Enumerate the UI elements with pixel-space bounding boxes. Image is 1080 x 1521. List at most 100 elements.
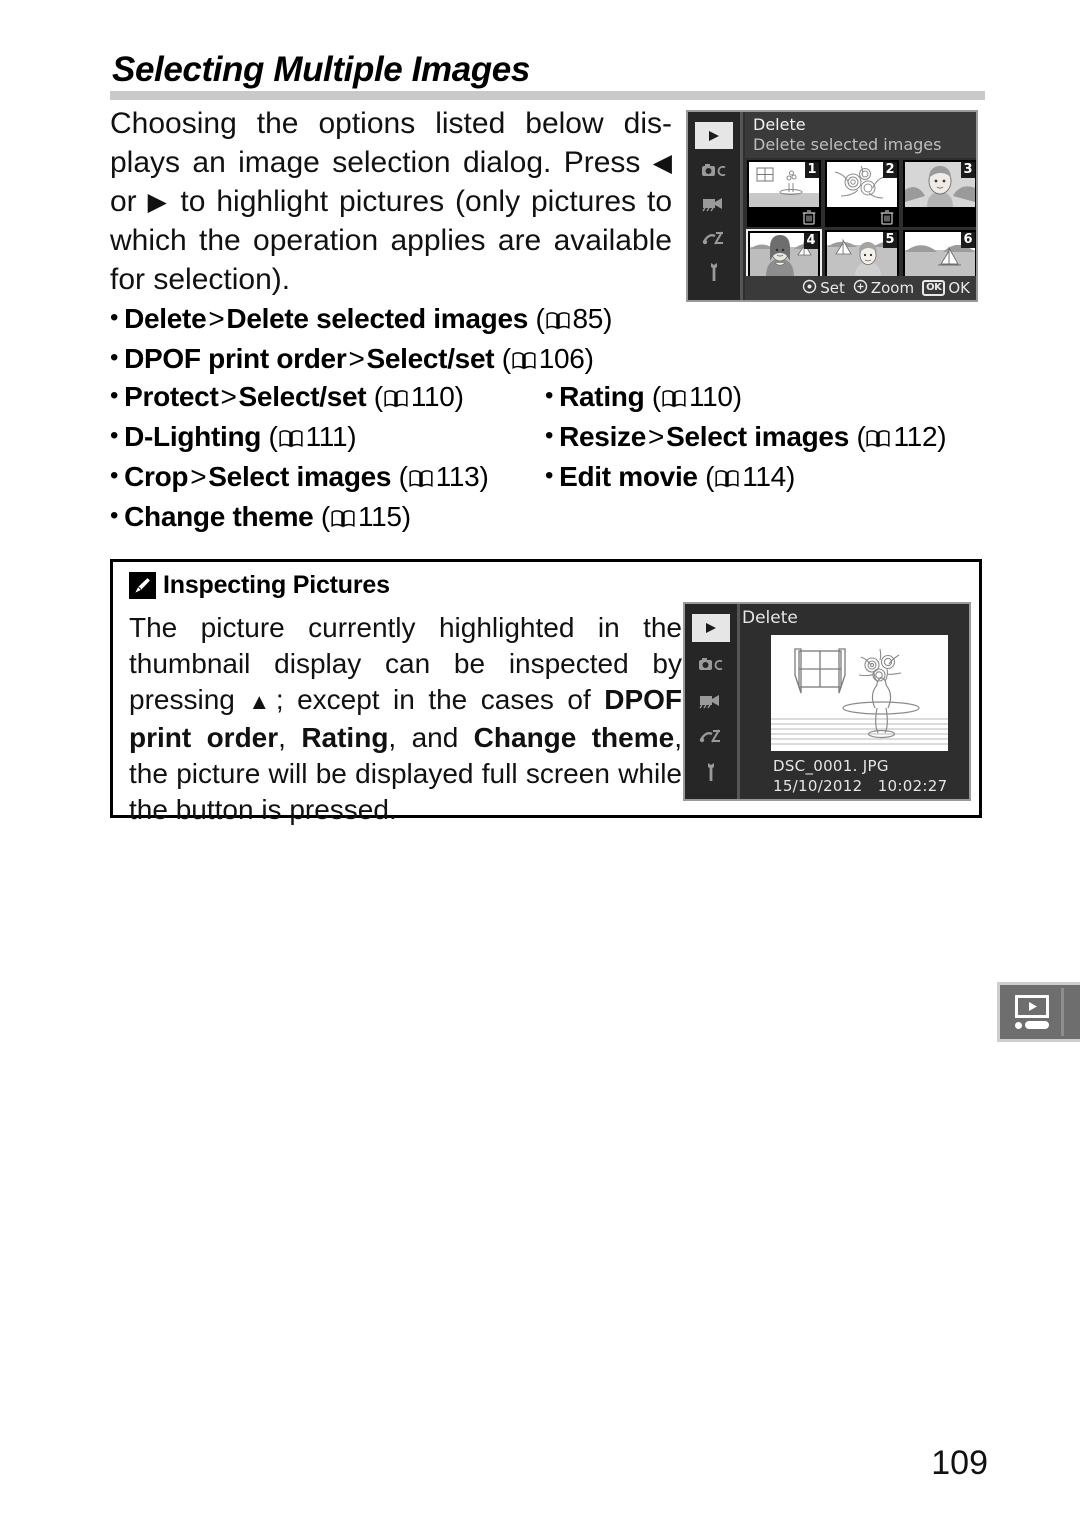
bullet-dot: •	[110, 502, 119, 529]
tab-dot-icon	[1015, 1021, 1022, 1029]
image-date: 15/10/2012	[773, 777, 863, 795]
page-ref-number: 106	[538, 343, 585, 374]
tab-separator	[1061, 988, 1064, 1036]
thumbnail-number: 6	[961, 232, 975, 248]
option-separator: >	[190, 461, 207, 492]
option-separator: >	[220, 381, 237, 412]
footer-hint-zoom: Zoom	[853, 279, 914, 298]
setup-wrench-icon[interactable]	[695, 258, 733, 285]
note-bold-change-theme: Change theme	[473, 722, 675, 753]
note-text-2: ; except in the cases of	[275, 684, 605, 715]
note-bold-rating: Rating	[301, 722, 389, 753]
option-list-left-column: • Protect>Select/set (110) • D-Lighting (1…	[110, 376, 540, 536]
page-ref-number: 85	[572, 303, 604, 334]
page-ref: (115)	[313, 501, 411, 532]
list-item: • Edit movie (114)	[545, 456, 985, 496]
option-separator: >	[648, 421, 665, 452]
bullet-dot: •	[545, 382, 554, 409]
lcd-menu-sidebar	[688, 112, 740, 300]
lcd-menu-subtitle: Delete selected images	[753, 135, 942, 154]
thumbnail-item[interactable]: 3	[903, 160, 976, 227]
book-icon	[384, 389, 408, 408]
lcd-menu-title: Delete	[753, 115, 806, 134]
book-icon	[866, 429, 891, 448]
list-item: • Delete>Delete selected images (85)	[110, 298, 710, 338]
bullet-dot: •	[110, 462, 119, 489]
book-icon	[715, 469, 739, 488]
option-sub-name: Select images	[666, 421, 849, 452]
option-separator: >	[348, 343, 365, 374]
page-ref: (85)	[528, 303, 613, 334]
list-item: • DPOF print order>Select/set (106)	[110, 338, 710, 378]
page-ref-number: 110	[688, 381, 733, 412]
image-filename: DSC_0001. JPG	[773, 757, 889, 775]
list-item: • Crop>Select images (113)	[110, 456, 540, 496]
footer-hint-zoom-label: Zoom	[870, 279, 915, 297]
bullet-dot: •	[110, 382, 119, 409]
tab-marker-glyph	[1010, 992, 1054, 1032]
tab-screen-icon	[1015, 995, 1049, 1018]
page-ref: (112)	[848, 421, 947, 452]
option-name: Edit movie	[559, 461, 698, 492]
option-name: DPOF print order	[124, 343, 347, 374]
option-name: Resize	[559, 421, 647, 452]
lcd-menu-sidebar	[685, 604, 737, 799]
option-name: Rating	[559, 381, 645, 412]
thumbnail-number: 2	[883, 162, 897, 178]
book-icon	[662, 389, 686, 408]
bullet-dot: •	[545, 462, 554, 489]
thumbnail-item[interactable]: 1	[747, 160, 821, 227]
intro-text-3: to highlight pictures (only pictures to …	[110, 185, 673, 296]
note-header: Inspecting Pictures	[129, 571, 390, 600]
page-number: 109	[931, 1444, 988, 1482]
page-ref-number: 112	[893, 421, 938, 452]
book-icon	[409, 469, 433, 488]
page-ref-number: 115	[357, 501, 402, 532]
book-icon	[512, 351, 536, 370]
pencil-icon	[129, 572, 156, 599]
delete-mark-icon	[802, 210, 816, 225]
note-text-3: ,	[278, 722, 302, 753]
note-text-4: , and	[388, 722, 474, 753]
playback-icon[interactable]	[695, 122, 733, 149]
footer-hint-set-label: Set	[820, 279, 845, 297]
delete-mark-icon	[880, 210, 894, 225]
camera-lcd-thumbnail-grid: Delete Delete selected images 1 2 3 4 5 …	[686, 110, 978, 302]
image-time: 10:02:27	[877, 777, 948, 795]
option-name: Change theme	[124, 501, 314, 532]
option-name: Delete	[124, 303, 207, 334]
intro-paragraph: Choosing the options listed below dis-pl…	[110, 104, 672, 299]
multi-selector-icon	[802, 279, 817, 298]
bullet-dot: •	[110, 422, 119, 449]
retouch-icon[interactable]	[692, 722, 730, 750]
thumbnail-number: 1	[805, 162, 819, 178]
bullet-dot: •	[110, 344, 119, 371]
page-ref-number: 113	[435, 461, 480, 492]
option-sub-name: Delete selected images	[226, 303, 528, 334]
option-list-primary: • Delete>Delete selected images (85) • DPO…	[110, 298, 710, 378]
shooting-menu-icon[interactable]	[692, 650, 730, 678]
option-list-right-column: • Rating (110) • Resize>Select images (112…	[545, 376, 985, 496]
left-arrow-icon: ◀	[652, 149, 672, 177]
right-arrow-icon: ▶	[147, 188, 170, 216]
lcd-divider	[740, 112, 743, 300]
playback-icon[interactable]	[692, 614, 730, 642]
note-title: Inspecting Pictures	[163, 571, 390, 599]
movie-icon[interactable]	[692, 686, 730, 714]
book-icon	[331, 509, 355, 528]
movie-icon[interactable]	[695, 190, 733, 217]
setup-wrench-icon[interactable]	[692, 758, 730, 786]
option-separator: >	[208, 303, 225, 334]
shooting-menu-icon[interactable]	[695, 156, 733, 183]
thumbnail-item[interactable]: 2	[825, 160, 899, 227]
camera-lcd-single-image: Delete DSC_0001. JPG 15/10/2012 10:02:27	[683, 602, 971, 801]
tab-bar-icon	[1025, 1021, 1049, 1029]
lcd-menu-title: Delete	[742, 608, 798, 628]
bullet-dot: •	[545, 422, 554, 449]
page-ref: (110)	[644, 381, 742, 412]
playback-menu-tab-icon	[997, 982, 1080, 1042]
page-ref-number: 114	[742, 461, 786, 492]
page-title: Selecting Multiple Images	[112, 50, 530, 89]
footer-hint-set: Set	[802, 279, 845, 298]
retouch-icon[interactable]	[695, 224, 733, 251]
